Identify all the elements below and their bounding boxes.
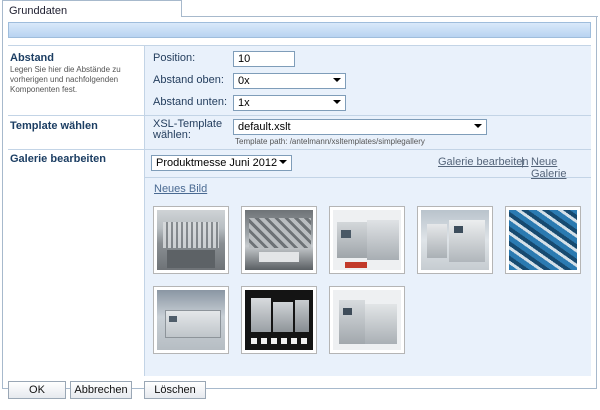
- section-galerie-content: Produktmesse Juni 2012 Galerie bearbeite…: [145, 150, 591, 376]
- gallery-thumbnail[interactable]: [417, 206, 493, 274]
- abstand-oben-label: Abstand oben:: [153, 74, 224, 86]
- abstand-oben-select[interactable]: 0x: [233, 73, 346, 89]
- dropdown-arrow-icon: [474, 124, 482, 128]
- section-template-label-area: Template wählen: [8, 116, 145, 150]
- xsl-template-label: XSL-Template wählen:: [153, 119, 222, 141]
- delete-button[interactable]: Löschen: [144, 381, 206, 399]
- ok-button[interactable]: OK: [8, 381, 66, 399]
- abstand-unten-select[interactable]: 1x: [233, 95, 346, 111]
- gallery-image-6: [157, 290, 225, 350]
- gallery-thumbnail[interactable]: [153, 206, 229, 274]
- section-abstand-label-area: Abstand Legen Sie hier die Abstände zu v…: [8, 46, 145, 116]
- position-input[interactable]: [233, 51, 295, 67]
- section-abstand: Abstand Legen Sie hier die Abstände zu v…: [8, 45, 591, 116]
- dropdown-arrow-icon: [279, 160, 287, 164]
- gallery-thumbnail[interactable]: [241, 286, 317, 354]
- gallery-thumbnail[interactable]: [505, 206, 581, 274]
- header-bar: [8, 22, 591, 38]
- xsl-template-label-line2: wählen:: [153, 129, 191, 141]
- template-path-hint: Template path: /antelmann/xsltemplates/s…: [235, 137, 425, 146]
- gallery-image-1: [157, 210, 225, 270]
- section-template: Template wählen XSL-Template wählen: defa…: [8, 115, 591, 150]
- gallery-thumbnail[interactable]: [153, 286, 229, 354]
- gallery-thumbnail[interactable]: [241, 206, 317, 274]
- dropdown-arrow-icon: [333, 100, 341, 104]
- link-separator: |: [521, 156, 524, 168]
- section-title-galerie: Galerie bearbeiten: [10, 153, 106, 165]
- section-abstand-fields: Position: Abstand oben: 0x Abstand unten…: [145, 46, 591, 116]
- section-description-abstand: Legen Sie hier die Abstände zu vorherige…: [10, 65, 121, 94]
- abstand-oben-value: 0x: [238, 75, 250, 87]
- abstand-unten-label: Abstand unten:: [153, 96, 228, 108]
- abstand-unten-value: 1x: [238, 97, 250, 109]
- section-galerie-label-area: Galerie bearbeiten: [8, 150, 145, 376]
- new-image-link[interactable]: Neues Bild: [154, 183, 207, 195]
- gallery-image-4: [421, 210, 489, 270]
- gallery-thumbnail[interactable]: [329, 206, 405, 274]
- gallery-image-5: [509, 210, 577, 270]
- gallery-image-3: [333, 210, 401, 270]
- tab-grunddaten[interactable]: Grunddaten: [2, 0, 182, 17]
- section-title-template: Template wählen: [10, 120, 98, 132]
- main-panel: Abstand Legen Sie hier die Abstände zu v…: [2, 17, 597, 389]
- xsl-template-value: default.xslt: [238, 121, 291, 133]
- gallery-select-value: Produktmesse Juni 2012: [156, 157, 278, 169]
- cancel-button[interactable]: Abbrechen: [70, 381, 132, 399]
- gallery-toolbar-divider: [145, 177, 591, 178]
- section-galerie: Galerie bearbeiten Produktmesse Juni 201…: [8, 149, 591, 376]
- edit-gallery-link[interactable]: Galerie bearbeiten: [438, 156, 529, 168]
- xsl-template-select[interactable]: default.xslt: [233, 119, 487, 135]
- position-label: Position:: [153, 52, 196, 64]
- tab-label: Grunddaten: [9, 5, 68, 17]
- gallery-image-2: [245, 210, 313, 270]
- dropdown-arrow-icon: [333, 78, 341, 82]
- gallery-select[interactable]: Produktmesse Juni 2012: [151, 155, 292, 171]
- gallery-image-7: [245, 290, 313, 350]
- section-template-fields: XSL-Template wählen: default.xslt Templat…: [145, 116, 591, 150]
- section-title-abstand: Abstand: [10, 52, 54, 64]
- gallery-thumbnail[interactable]: [329, 286, 405, 354]
- gallery-image-8: [333, 290, 401, 350]
